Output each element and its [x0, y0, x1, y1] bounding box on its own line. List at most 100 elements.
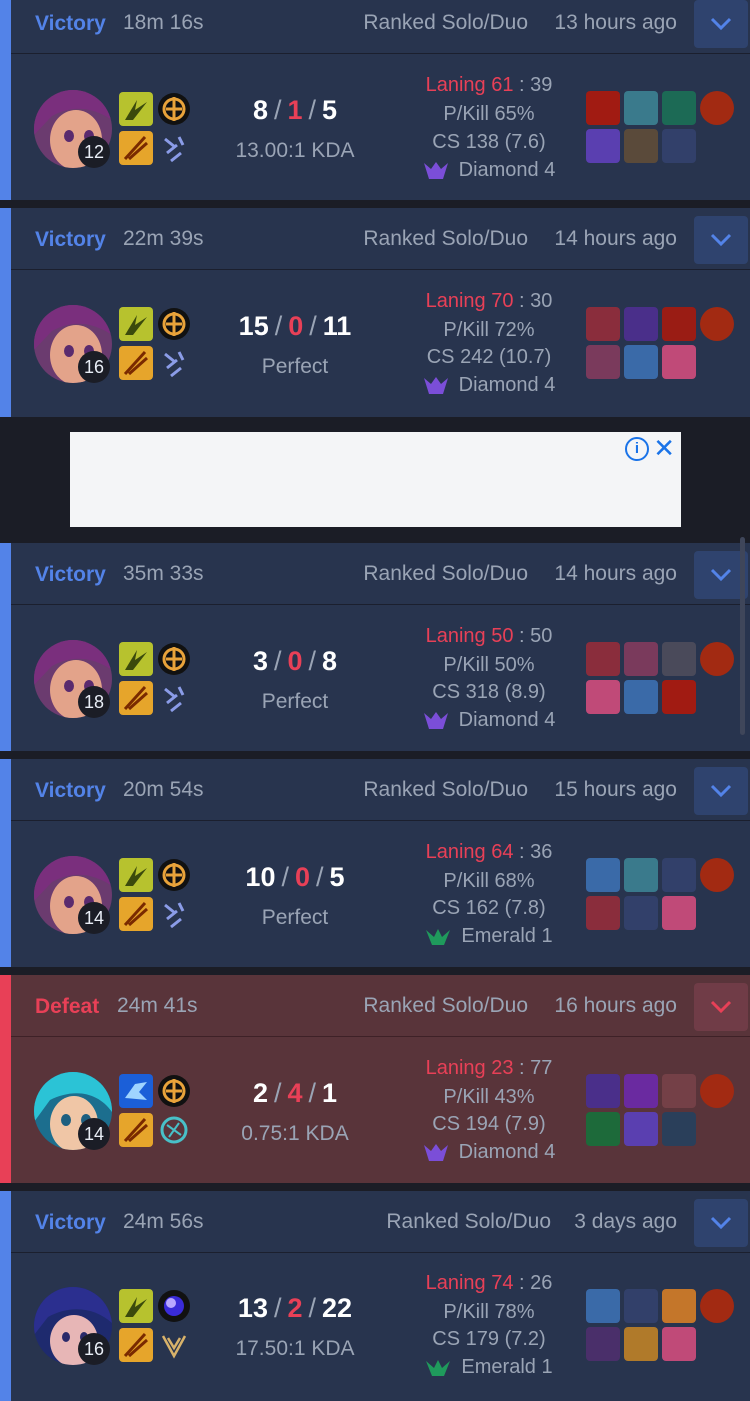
deaths: 4 — [287, 1078, 303, 1108]
match-card[interactable]: Victory 18m 16s Ranked Solo/Duo 13 hours… — [0, 0, 750, 200]
item-icon[interactable] — [662, 1289, 696, 1323]
item-icon[interactable] — [662, 307, 696, 341]
secondary-rune-icon[interactable] — [157, 346, 191, 380]
laning-label: Laning 74 — [425, 1272, 514, 1294]
match-card[interactable]: Defeat 24m 41s Ranked Solo/Duo 16 hours … — [0, 975, 750, 1183]
item-icon[interactable] — [624, 1074, 658, 1108]
match-card[interactable]: Victory 22m 39s Ranked Solo/Duo 14 hours… — [0, 208, 750, 417]
item-icon[interactable] — [662, 345, 696, 379]
trinket-icon[interactable] — [700, 91, 734, 125]
trinket-icon[interactable] — [700, 307, 734, 341]
item-icon[interactable] — [586, 1289, 620, 1323]
trinket-icon[interactable] — [700, 642, 734, 676]
assists: 22 — [322, 1293, 353, 1323]
kda-separator: / — [308, 1078, 317, 1108]
keystone-rune-icon[interactable] — [157, 92, 191, 126]
result-stripe — [0, 975, 11, 1183]
item-icon[interactable] — [586, 642, 620, 676]
match-header: Victory 35m 33s Ranked Solo/Duo 14 hours… — [11, 543, 750, 605]
item-icon[interactable] — [586, 680, 620, 714]
secondary-rune-icon[interactable] — [157, 131, 191, 165]
item-icon[interactable] — [624, 1327, 658, 1361]
champion-level: 12 — [78, 136, 110, 168]
queue-type: Ranked Solo/Duo — [363, 11, 528, 34]
champion-level: 14 — [78, 1118, 110, 1150]
item-icon[interactable] — [662, 896, 696, 930]
kda-separator: / — [274, 311, 283, 341]
match-header: Victory 22m 39s Ranked Solo/Duo 14 hours… — [11, 208, 750, 270]
item-icon[interactable] — [662, 1112, 696, 1146]
laning-opponent: : 30 — [519, 290, 553, 312]
item-icon[interactable] — [586, 345, 620, 379]
item-icon[interactable] — [586, 1327, 620, 1361]
close-icon[interactable]: ✕ — [653, 433, 675, 463]
laning-score: Laning 61 : 39 — [398, 74, 580, 97]
creep-score: CS 194 (7.9) — [432, 1113, 546, 1135]
match-card[interactable]: Victory 35m 33s Ranked Solo/Duo 14 hours… — [0, 543, 750, 751]
kill-participation: P/Kill 78% — [443, 1301, 535, 1323]
flash-spell-icon[interactable] — [119, 1289, 153, 1323]
flash-spell-icon[interactable] — [119, 307, 153, 341]
item-icon[interactable] — [586, 129, 620, 163]
expand-button[interactable] — [694, 216, 748, 264]
flash-spell-icon[interactable] — [119, 92, 153, 126]
trinket-icon[interactable] — [700, 1289, 734, 1323]
expand-button[interactable] — [694, 767, 748, 815]
chevron-down-icon — [710, 17, 732, 31]
keystone-rune-icon[interactable] — [157, 858, 191, 892]
kda-separator: / — [273, 1293, 282, 1323]
ignite-spell-icon[interactable] — [119, 1328, 153, 1362]
ignite-spell-icon[interactable] — [119, 131, 153, 165]
item-icon[interactable] — [624, 680, 658, 714]
item-icon[interactable] — [662, 642, 696, 676]
item-icon[interactable] — [624, 129, 658, 163]
ghost-spell-icon[interactable] — [119, 1074, 153, 1108]
ignite-spell-icon[interactable] — [119, 681, 153, 715]
secondary-rune-icon[interactable] — [157, 897, 191, 931]
match-header: Victory 20m 54s Ranked Solo/Duo 15 hours… — [11, 759, 750, 821]
item-icon[interactable] — [662, 680, 696, 714]
match-card[interactable]: Victory 24m 56s Ranked Solo/Duo 3 days a… — [0, 1191, 750, 1401]
item-icon[interactable] — [624, 345, 658, 379]
flash-spell-icon[interactable] — [119, 858, 153, 892]
laning-label: Laning 23 — [425, 1057, 514, 1079]
info-icon[interactable]: i — [625, 437, 649, 461]
flash-spell-icon[interactable] — [119, 642, 153, 676]
item-icon[interactable] — [624, 1112, 658, 1146]
ignite-spell-icon[interactable] — [119, 346, 153, 380]
item-icon[interactable] — [586, 307, 620, 341]
keystone-rune-icon[interactable] — [157, 1289, 191, 1323]
item-icon[interactable] — [624, 642, 658, 676]
kda-ratio: 13.00:1 KDA — [235, 139, 355, 162]
item-icon[interactable] — [624, 307, 658, 341]
expand-button[interactable] — [694, 983, 748, 1031]
secondary-rune-icon[interactable] — [157, 1113, 191, 1147]
trinket-icon[interactable] — [700, 1074, 734, 1108]
scrollbar[interactable] — [740, 537, 745, 735]
secondary-rune-icon[interactable] — [157, 681, 191, 715]
queue-type: Ranked Solo/Duo — [363, 778, 528, 801]
item-icon[interactable] — [662, 91, 696, 125]
item-icon[interactable] — [586, 1112, 620, 1146]
tier-label: Emerald 1 — [461, 1356, 553, 1378]
item-icon[interactable] — [586, 858, 620, 892]
item-icon[interactable] — [586, 91, 620, 125]
item-icon[interactable] — [662, 1327, 696, 1361]
expand-button[interactable] — [694, 1199, 748, 1247]
ad-slot[interactable]: i ✕ — [70, 432, 681, 527]
match-result: Victory — [35, 1211, 106, 1234]
item-icon[interactable] — [586, 896, 620, 930]
secondary-rune-icon[interactable] — [157, 1328, 191, 1362]
expand-button[interactable] — [694, 0, 748, 48]
ignite-spell-icon[interactable] — [119, 897, 153, 931]
match-card[interactable]: Victory 20m 54s Ranked Solo/Duo 15 hours… — [0, 759, 750, 967]
keystone-rune-icon[interactable] — [157, 307, 191, 341]
trinket-icon[interactable] — [700, 858, 734, 892]
item-icon[interactable] — [624, 858, 658, 892]
keystone-rune-icon[interactable] — [157, 642, 191, 676]
keystone-rune-icon[interactable] — [157, 1074, 191, 1108]
item-icon[interactable] — [624, 91, 658, 125]
item-icon[interactable] — [586, 1074, 620, 1108]
laning-opponent: : 39 — [519, 74, 553, 96]
ignite-spell-icon[interactable] — [119, 1113, 153, 1147]
